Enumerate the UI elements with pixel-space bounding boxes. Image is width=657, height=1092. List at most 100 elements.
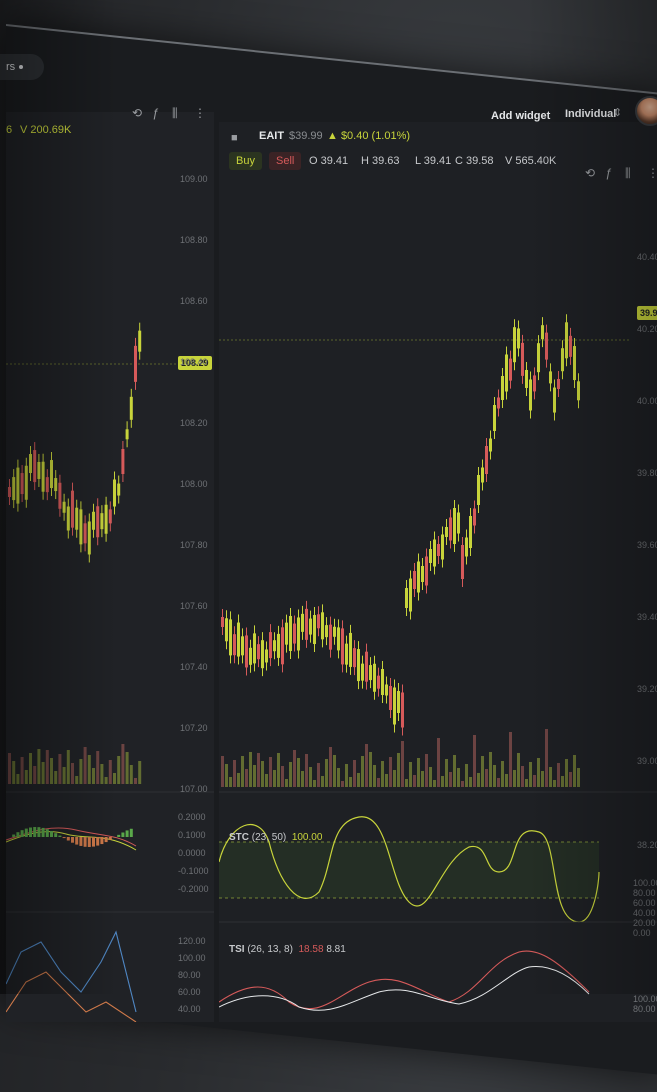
candle xyxy=(373,664,376,692)
candle xyxy=(337,627,340,650)
sort-icon[interactable]: ⇕ xyxy=(613,106,622,119)
candle xyxy=(16,468,19,504)
account-select[interactable]: Individual xyxy=(565,108,616,120)
candle xyxy=(525,370,528,388)
tab-partial[interactable]: rs xyxy=(0,54,44,80)
axis-tick: 40.00 xyxy=(178,1004,201,1014)
candle xyxy=(84,523,87,543)
candle xyxy=(301,614,304,632)
tsi-line xyxy=(6,932,136,1012)
candle xyxy=(353,648,356,667)
candle xyxy=(489,439,492,452)
candle xyxy=(265,649,268,662)
volume-bar xyxy=(453,755,456,787)
right-chart-panel: ■ EAIT $39.99 ▲ $0.40 (1.01%) Add widget… xyxy=(219,122,657,1022)
candle xyxy=(261,640,264,668)
candle xyxy=(269,632,272,658)
candle xyxy=(25,466,28,500)
candle xyxy=(221,617,224,627)
volume-bar xyxy=(497,778,500,787)
add-widget-button[interactable]: Add widget xyxy=(491,110,550,122)
macd-bar xyxy=(71,837,74,843)
candle xyxy=(8,487,11,497)
volume-bar xyxy=(493,765,496,787)
axis-tick: 107.80 xyxy=(180,540,208,550)
right-chart-svg xyxy=(219,122,657,1022)
volume-bar xyxy=(289,762,292,787)
volume-bar xyxy=(337,768,340,787)
axis-tick: 80.00 xyxy=(633,888,656,898)
candle xyxy=(63,502,66,513)
stc-band xyxy=(219,842,599,898)
axis-tick: 80.00 xyxy=(178,970,201,980)
macd-bar xyxy=(16,832,19,837)
candle xyxy=(505,355,508,392)
volume-bar xyxy=(79,759,82,784)
left-volume xyxy=(8,744,141,784)
macd-bar xyxy=(33,827,36,837)
axis-tick: 20.00 xyxy=(633,918,656,928)
volume-bar xyxy=(269,757,272,787)
volume-bar xyxy=(549,767,552,787)
volume-bar xyxy=(393,770,396,787)
volume-bar xyxy=(381,761,384,787)
axis-tick: 39.60 xyxy=(637,540,657,550)
candle xyxy=(321,612,324,639)
volume-bar xyxy=(529,762,532,787)
macd-bar xyxy=(130,829,133,837)
candle xyxy=(75,508,78,530)
axis-tick: 108.20 xyxy=(180,418,208,428)
right-volume xyxy=(221,729,580,787)
candle xyxy=(285,623,288,645)
candle xyxy=(461,545,464,579)
axis-tick: 107.00 xyxy=(180,784,208,794)
candle xyxy=(361,664,364,681)
volume-bar xyxy=(253,765,256,787)
volume-bar xyxy=(301,771,304,787)
current-price-tag: 39.99 xyxy=(637,306,657,320)
macd-bar xyxy=(105,837,108,842)
candle xyxy=(109,509,112,523)
axis-tick: -0.1000 xyxy=(178,866,209,876)
candle xyxy=(105,505,108,534)
volume-bar xyxy=(545,729,548,787)
tsi-name: TSI xyxy=(229,944,245,955)
volume-bar xyxy=(245,769,248,787)
volume-bar xyxy=(309,767,312,787)
volume-bar xyxy=(109,760,112,784)
volume-bar xyxy=(285,779,288,787)
candle xyxy=(33,450,36,482)
volume-bar xyxy=(261,761,264,787)
candle xyxy=(553,388,556,413)
candle xyxy=(277,634,280,658)
candle xyxy=(425,557,428,586)
candle xyxy=(377,676,380,689)
volume-bar xyxy=(229,777,232,787)
volume-bar xyxy=(445,759,448,787)
volume-bar xyxy=(401,741,404,787)
candle xyxy=(401,693,404,728)
candle xyxy=(333,627,336,637)
volume-bar xyxy=(8,753,11,784)
candle xyxy=(385,685,388,696)
macd-bar xyxy=(96,837,99,846)
volume-bar xyxy=(305,754,308,787)
candle xyxy=(225,618,228,641)
volume-bar xyxy=(385,774,388,787)
candle xyxy=(325,625,328,637)
volume-bar xyxy=(33,766,36,784)
volume-bar xyxy=(221,756,224,787)
volume-bar xyxy=(138,761,141,784)
volume-bar xyxy=(71,763,74,784)
axis-tick: 0.00 xyxy=(633,928,651,938)
candle xyxy=(569,336,572,357)
volume-bar xyxy=(241,756,244,787)
candle xyxy=(67,507,70,531)
candle xyxy=(229,619,232,655)
volume-bar xyxy=(485,769,488,787)
candle xyxy=(429,549,432,563)
volume-bar xyxy=(225,764,228,787)
volume-bar xyxy=(63,767,66,784)
volume-bar xyxy=(265,774,268,787)
candle xyxy=(561,348,564,371)
